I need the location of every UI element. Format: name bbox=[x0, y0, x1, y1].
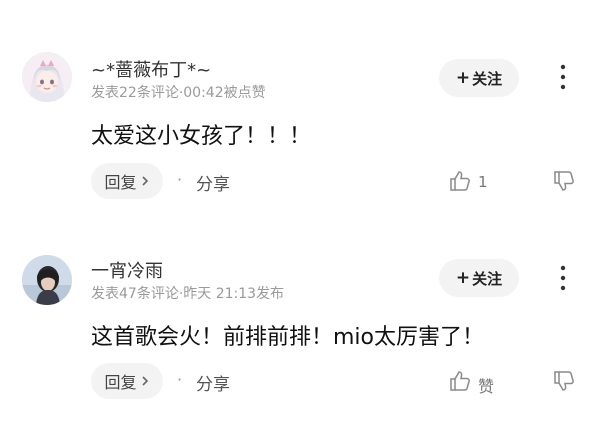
follow-label: 关注 bbox=[472, 269, 503, 288]
photo-avatar-image bbox=[22, 255, 72, 305]
comment-meta: 发表47条评论·昨天 21:13发布 bbox=[91, 286, 285, 302]
anime-girl-avatar-image bbox=[22, 52, 72, 102]
avatar[interactable] bbox=[22, 255, 72, 305]
follow-button[interactable]: + 关注 bbox=[439, 259, 519, 297]
chevron-right-icon bbox=[141, 176, 148, 186]
share-button[interactable]: 分享 bbox=[196, 370, 230, 395]
separator-dot: · bbox=[177, 170, 183, 189]
reply-label: 回复 bbox=[104, 373, 137, 392]
thumbs-up-icon[interactable] bbox=[448, 369, 472, 393]
separator-dot: · bbox=[177, 370, 183, 389]
follow-button[interactable]: + 关注 bbox=[439, 59, 519, 97]
share-button[interactable]: 分享 bbox=[196, 170, 230, 195]
username[interactable]: ~*蔷薇布丁*~ bbox=[91, 56, 211, 82]
plus-icon: + bbox=[455, 268, 471, 288]
more-options-icon[interactable] bbox=[552, 62, 574, 92]
follow-label: 关注 bbox=[472, 69, 503, 88]
thumbs-up-icon[interactable] bbox=[448, 169, 472, 193]
plus-icon: + bbox=[455, 68, 471, 88]
username[interactable]: 一宵冷雨 bbox=[91, 257, 163, 283]
reply-label: 回复 bbox=[104, 173, 137, 192]
avatar[interactable] bbox=[22, 52, 72, 102]
thumbs-down-icon[interactable] bbox=[552, 169, 576, 193]
comment-text: 太爱这小女孩了！！！ bbox=[91, 124, 312, 149]
comment-item: ~*蔷薇布丁*~ 发表22条评论·00:42被点赞 + 关注 太爱这小女孩了！！… bbox=[0, 0, 600, 215]
comment-meta: 发表22条评论·00:42被点赞 bbox=[91, 85, 266, 101]
reply-button[interactable]: 回复 bbox=[91, 363, 163, 399]
reply-button[interactable]: 回复 bbox=[91, 163, 163, 199]
like-label: 赞 bbox=[478, 377, 495, 396]
comment-text: 这首歌会火！前排前排！mio太厉害了！ bbox=[91, 325, 485, 350]
thumbs-down-icon[interactable] bbox=[552, 369, 576, 393]
more-options-icon[interactable] bbox=[552, 263, 574, 293]
chevron-right-icon bbox=[141, 376, 148, 386]
like-count: 1 bbox=[478, 173, 488, 191]
comment-item: 一宵冷雨 发表47条评论·昨天 21:13发布 + 关注 这首歌会火！前排前排！… bbox=[0, 215, 600, 432]
